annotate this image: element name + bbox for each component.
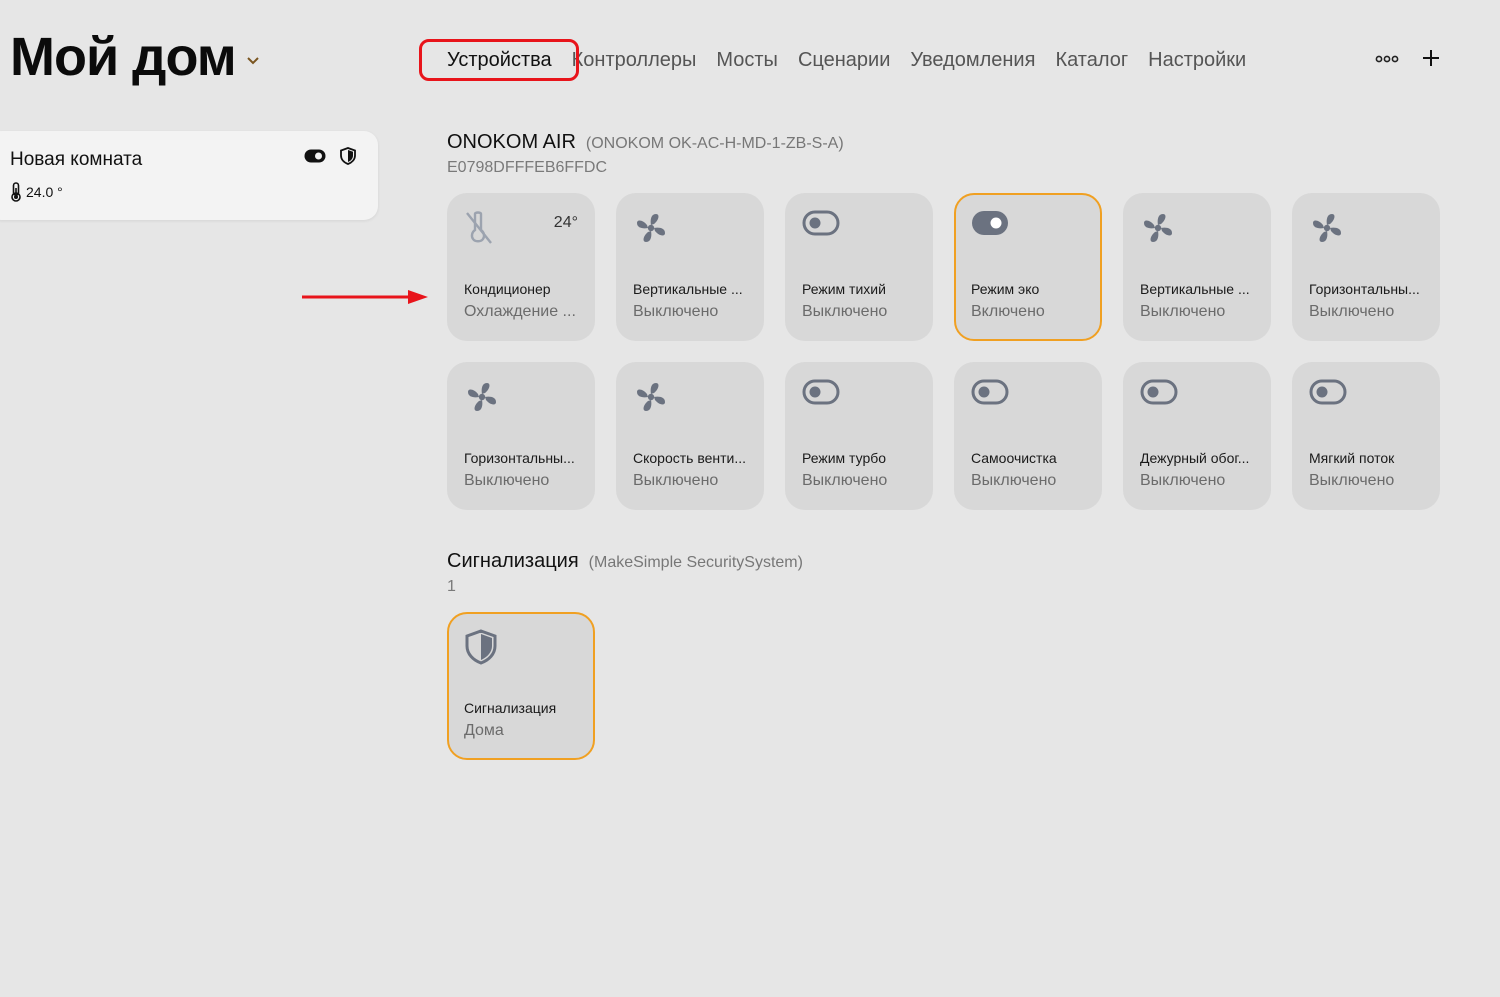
shield-icon: [464, 629, 498, 670]
device-name: Горизонтальны...: [464, 450, 575, 466]
device-tile[interactable]: Горизонтальны... Выключено: [1292, 193, 1440, 341]
device-tile[interactable]: Вертикальные ... Выключено: [1123, 193, 1271, 341]
device-tile[interactable]: Сигнализация Дома: [447, 612, 595, 760]
tab-bridges[interactable]: Мосты: [716, 49, 778, 72]
tab-catalog[interactable]: Каталог: [1055, 49, 1128, 72]
home-title: Мой дом: [10, 27, 237, 87]
device-state: Выключено: [1309, 472, 1395, 489]
toggle-off-icon: [802, 379, 840, 410]
device-state: Выключено: [633, 472, 719, 489]
device-state: Выключено: [464, 472, 550, 489]
ac-off-icon: [464, 210, 494, 251]
group-subtitle: E0798DFFFEB6FFDC: [447, 159, 608, 176]
fan-icon: [633, 210, 669, 251]
toggle-icon[interactable]: [304, 149, 326, 163]
device-state: Выключено: [802, 472, 888, 489]
fan-icon: [1140, 210, 1176, 251]
device-tile[interactable]: 24° Кондиционер Охлаждение ...: [447, 193, 595, 341]
tab-scenarios[interactable]: Сценарии: [798, 49, 890, 72]
device-name: Дежурный обог...: [1140, 450, 1250, 466]
device-tile[interactable]: Самоочистка Выключено: [954, 362, 1102, 510]
device-tile[interactable]: Режим турбо Выключено: [785, 362, 933, 510]
device-name: Мягкий поток: [1309, 450, 1395, 466]
device-state: Выключено: [633, 303, 719, 320]
shield-icon[interactable]: [340, 147, 356, 165]
toggle-off-icon: [971, 379, 1009, 410]
device-group-title: Сигнализация (MakeSimple SecuritySystem): [447, 550, 803, 573]
device-state: Выключено: [1140, 472, 1226, 489]
tab-notifications[interactable]: Уведомления: [910, 49, 1035, 72]
device-tile[interactable]: Мягкий поток Выключено: [1292, 362, 1440, 510]
tab-devices[interactable]: Устройства: [447, 49, 552, 72]
device-name: Режим эко: [971, 281, 1040, 297]
annotation-arrow-icon: [302, 290, 428, 304]
group-model: (ONOKOM OK-AC-H-MD-1-ZB-S-A): [585, 135, 844, 152]
add-icon[interactable]: [1420, 47, 1442, 69]
group-name: ONOKOM AIR: [447, 131, 576, 153]
room-temperature-value: 24.0 °: [26, 184, 63, 200]
device-state: Выключено: [1309, 303, 1395, 320]
toggle-off-icon: [1309, 379, 1347, 410]
tab-settings[interactable]: Настройки: [1148, 49, 1246, 72]
target-temperature: 24°: [553, 214, 578, 231]
device-state: Дома: [464, 722, 504, 739]
room-temperature: 24.0 °: [10, 182, 63, 202]
device-name: Режим турбо: [802, 450, 887, 466]
group-model: (MakeSimple SecuritySystem): [588, 554, 803, 571]
toggle-off-icon: [802, 210, 840, 241]
device-name: Сигнализация: [464, 700, 557, 716]
device-state: Выключено: [802, 303, 888, 320]
more-icon[interactable]: [1374, 51, 1400, 67]
device-name: Режим тихий: [802, 281, 886, 297]
home-selector[interactable]: Мой дом: [10, 26, 260, 88]
device-tile[interactable]: Горизонтальны... Выключено: [447, 362, 595, 510]
main-nav: Устройства Контроллеры Мосты Сценарии Ув…: [447, 46, 1266, 74]
device-group-title: ONOKOM AIR (ONOKOM OK-AC-H-MD-1-ZB-S-A): [447, 131, 844, 154]
device-name: Скорость венти...: [633, 450, 747, 466]
device-state: Выключено: [1140, 303, 1226, 320]
device-tile[interactable]: Дежурный обог... Выключено: [1123, 362, 1271, 510]
group-name: Сигнализация: [447, 550, 579, 572]
device-state: Охлаждение ...: [464, 303, 576, 320]
device-tile[interactable]: Режим эко Включено: [954, 193, 1102, 341]
device-name: Самоочистка: [971, 450, 1057, 466]
device-state: Включено: [971, 303, 1045, 320]
room-name: Новая комната: [10, 149, 143, 170]
device-name: Кондиционер: [464, 281, 551, 297]
fan-icon: [1309, 210, 1345, 251]
chevron-down-icon: [246, 57, 259, 65]
device-state: Выключено: [971, 472, 1057, 489]
device-name: Вертикальные ...: [633, 281, 743, 297]
device-name: Вертикальные ...: [1140, 281, 1250, 297]
tab-controllers[interactable]: Контроллеры: [572, 49, 697, 72]
group-subtitle: 1: [447, 578, 456, 595]
device-tile[interactable]: Скорость венти... Выключено: [616, 362, 764, 510]
thermometer-icon: [11, 182, 21, 202]
device-tile[interactable]: Вертикальные ... Выключено: [616, 193, 764, 341]
device-tile[interactable]: Режим тихий Выключено: [785, 193, 933, 341]
room-card[interactable]: Новая комната 24.0 °: [0, 131, 378, 220]
fan-icon: [633, 379, 669, 420]
toggle-off-icon: [1140, 379, 1178, 410]
fan-icon: [464, 379, 500, 420]
device-name: Горизонтальны...: [1309, 281, 1420, 297]
toggle-on-icon: [971, 210, 1009, 241]
